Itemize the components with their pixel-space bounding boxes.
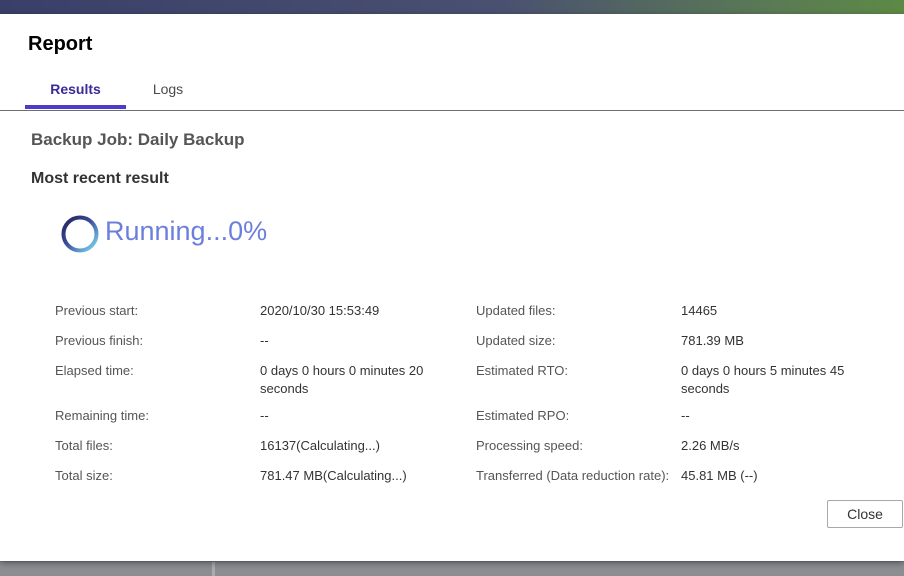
value-previous-start: 2020/10/30 15:53:49 [260, 303, 380, 318]
job-title: Backup Job: Daily Backup [31, 130, 245, 149]
dialog-title: Report [28, 33, 93, 55]
status-running-text: Running...0% [105, 216, 268, 246]
label-estimated-rto: Estimated RTO: [476, 363, 568, 378]
label-elapsed-time: Elapsed time: [55, 363, 134, 378]
label-previous-finish: Previous finish: [55, 333, 144, 348]
value-remaining-time: -- [260, 408, 269, 423]
close-button[interactable]: Close [827, 500, 903, 528]
label-updated-files: Updated files: [476, 303, 556, 318]
label-updated-size: Updated size: [476, 333, 556, 348]
value-updated-files: 14465 [681, 303, 718, 318]
value-elapsed-time: 0 days 0 hours 0 minutes 20 seconds [260, 363, 424, 396]
value-total-files: 16137(Calculating...) [260, 438, 380, 453]
background-divider [212, 562, 215, 576]
tab-results[interactable]: Results [25, 74, 126, 109]
tab-logs[interactable]: Logs [140, 74, 196, 109]
value-total-size: 781.47 MB(Calculating...) [260, 468, 407, 483]
value-transferred: 45.81 MB (--) [681, 468, 758, 483]
value-previous-finish: -- [260, 333, 269, 348]
loading-spinner-icon [61, 215, 99, 253]
label-previous-start: Previous start: [55, 303, 139, 318]
section-heading-most-recent-result: Most recent result [31, 170, 169, 187]
label-total-size: Total size: [55, 468, 113, 483]
value-updated-size: 781.39 MB [681, 333, 744, 348]
label-processing-speed: Processing speed: [476, 438, 583, 453]
value-estimated-rpo: -- [681, 408, 690, 423]
tab-bar: Results Logs [0, 74, 904, 111]
label-total-files: Total files: [55, 438, 113, 453]
label-transferred: Transferred (Data reduction rate): [476, 468, 670, 483]
label-estimated-rpo: Estimated RPO: [476, 408, 570, 423]
value-processing-speed: 2.26 MB/s [681, 438, 740, 453]
value-estimated-rto: 0 days 0 hours 5 minutes 45 seconds [681, 363, 845, 396]
label-remaining-time: Remaining time: [55, 408, 149, 423]
report-dialog: Report Results Logs Backup Job: Daily Ba… [0, 14, 904, 561]
background-window-strip [0, 0, 904, 14]
background-window-bottom [0, 562, 904, 576]
